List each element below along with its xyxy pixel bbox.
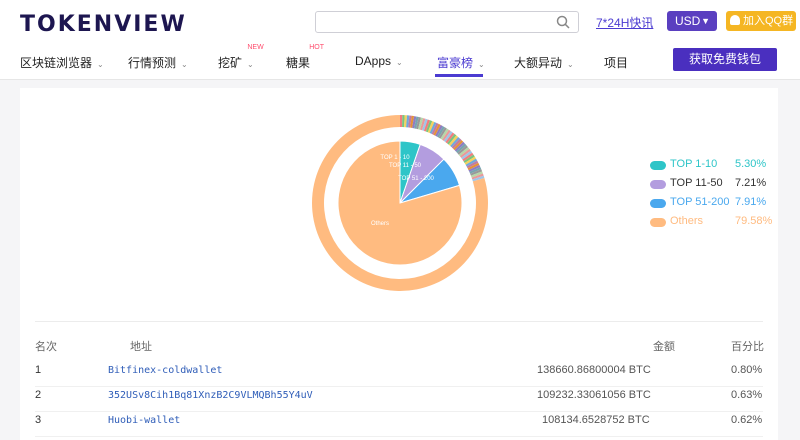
legend-value: 79.58% [735,215,773,227]
rich-list-panel: TOP 1 - 10 TOP 11 - 50 TOP 51 - 200 Others … [20,88,778,440]
currency-dropdown[interactable]: USD ▼ [667,11,717,31]
legend-swatch [650,161,666,170]
nav-item-large-transfers[interactable]: 大额异动 ⌄ [514,54,574,71]
chevron-down-icon: ⌄ [181,60,188,69]
legend-item-top-11-50[interactable]: TOP 11-50 7.21% [650,177,770,193]
table-row: 1 Bitfinex-coldwallet 138660.86800004 BT… [35,362,763,387]
chevron-down-icon: ▼ [701,16,710,26]
header-amount: 金额 [653,341,675,353]
row-amount: 138660.86800004 BTC [537,364,651,376]
slice-label-2: TOP 11 - 50 [389,163,422,169]
search-icon[interactable] [556,15,570,29]
new-badge: NEW [247,44,264,51]
chevron-down-icon: ⌄ [567,60,574,69]
nav-item-rich-list[interactable]: 富豪榜 ⌄ [437,54,485,71]
row-address-link[interactable]: Huobi-wallet [108,415,180,426]
ring-segment [400,115,403,128]
search-input[interactable] [316,12,546,32]
header-rank: 名次 [35,341,57,353]
row-percent: 0.63% [731,389,763,401]
news-link[interactable]: 7*24H快讯 [596,14,653,31]
row-rank: 1 [35,364,42,376]
section-divider [35,321,763,322]
legend-item-others[interactable]: Others 79.58% [650,215,773,231]
nav-item-explorer[interactable]: 区块链浏览器 ⌄ [20,54,104,71]
legend-value: 5.30% [735,158,767,170]
nav-item-candy[interactable]: 糖果 HOT [286,44,324,71]
row-amount: 109232.33061056 BTC [537,389,651,401]
row-percent: 0.80% [731,364,763,376]
row-rank: 3 [35,414,42,426]
legend-value: 7.21% [735,177,767,189]
nav-label: 挖矿 [218,56,243,70]
legend-swatch [650,218,666,227]
legend-label: Others [670,215,704,227]
nav-item-dapps[interactable]: DApps ⌄ [355,54,403,68]
legend-item-top-51-200[interactable]: TOP 51-200 7.91% [650,196,770,212]
slice-label-4: Others [371,221,389,227]
hot-badge: HOT [309,44,325,51]
legend-swatch [650,180,666,189]
get-free-wallet-button[interactable]: 获取免费钱包 [673,48,777,71]
table-row: 2 352USv8Cih1Bq81XnzB2C9VLMQBh55Y4uV 109… [35,387,763,412]
search-box[interactable] [315,11,579,33]
tokenview-logo[interactable]: TOKENVIEW [20,12,187,37]
active-tab-indicator [435,74,483,77]
nav-label: 区块链浏览器 [20,56,93,70]
table-row: 3 Huobi-wallet 108134.6528752 BTC 0.62% [35,412,763,437]
slice-label-3: TOP 51 - 200 [398,176,434,182]
chevron-down-icon: ⌄ [478,60,485,69]
row-amount: 108134.6528752 BTC [542,414,650,426]
nav-label: 大额异动 [514,56,563,70]
row-address-link[interactable]: Bitfinex-coldwallet [108,365,222,376]
legend-label: TOP 51-200 [670,196,730,208]
nav-label: 糖果 [286,56,311,70]
nav-item-projects[interactable]: 项目 [604,54,628,71]
chevron-down-icon: ⌄ [396,58,403,67]
row-percent: 0.62% [731,414,763,426]
nav-label: DApps [355,54,392,68]
header-address: 地址 [130,341,152,353]
legend-label: TOP 11-50 [670,177,723,189]
legend-item-top-1-10[interactable]: TOP 1-10 5.30% [650,158,770,174]
row-address-link[interactable]: 352USv8Cih1Bq81XnzB2C9VLMQBh55Y4uV [108,390,313,401]
legend-value: 7.91% [735,196,767,208]
chevron-down-icon: ⌄ [97,60,104,69]
legend-swatch [650,199,666,208]
bell-icon [730,15,740,25]
nav-item-market[interactable]: 行情预测 ⌄ [128,54,188,71]
nav-item-mining[interactable]: 挖矿 ⌄ NEW [218,44,264,71]
qq-button-label: 加入QQ群 [743,15,794,27]
nav-label: 行情预测 [128,56,177,70]
nav-label: 富豪榜 [437,56,474,70]
currency-label: USD [675,14,701,28]
row-rank: 2 [35,389,42,401]
chevron-down-icon: ⌄ [247,60,254,69]
header-percent: 百分比 [731,341,764,353]
slice-label-1: TOP 1 - 10 [380,155,410,161]
join-qq-button[interactable]: 加入QQ群 [726,11,796,31]
legend-label: TOP 1-10 [670,158,718,170]
top-bar: TOKENVIEW 7*24H快讯 USD ▼ 加入QQ群 区块链浏览器 ⌄ 行情… [0,0,800,80]
nav-label: 项目 [604,56,629,70]
